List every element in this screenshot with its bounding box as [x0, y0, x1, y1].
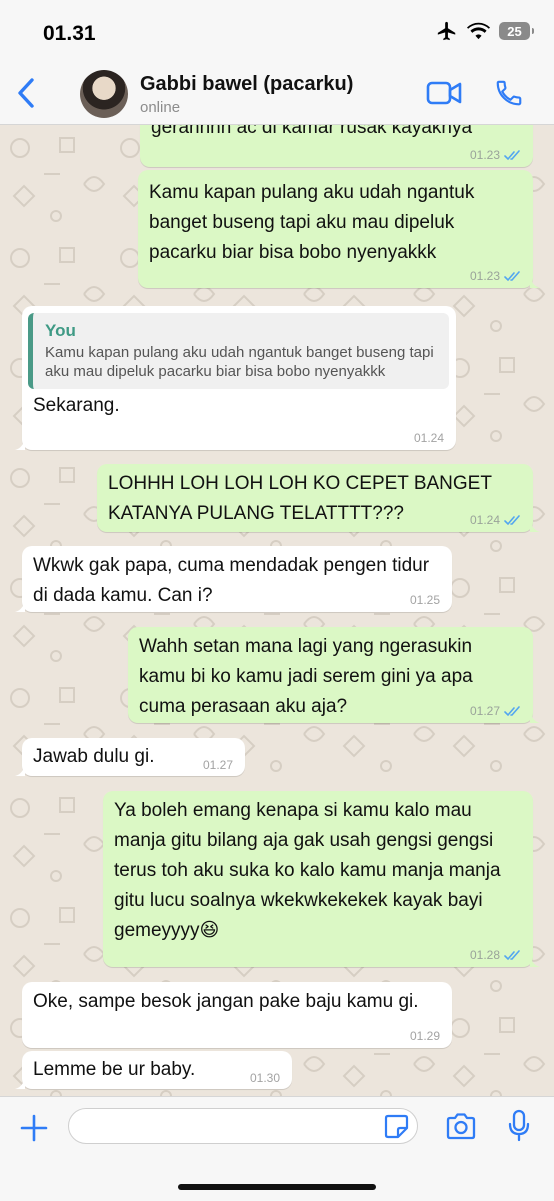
message-time: 01.23: [469, 269, 500, 283]
message-meta: 01.27: [470, 704, 521, 718]
message-text: Sekarang.: [33, 395, 120, 416]
read-ticks-icon: [504, 270, 520, 281]
message-text: Oke, sampe besok jangan pake baju kamu g…: [33, 991, 419, 1012]
quote-text: Kamu kapan pulang aku udah ngantuk bange…: [45, 344, 434, 380]
camera-icon[interactable]: [445, 1112, 477, 1140]
message-meta: 01.28: [470, 948, 521, 962]
read-ticks-icon: [504, 705, 520, 716]
read-ticks-icon: [504, 514, 520, 525]
message-incoming[interactable]: You Kamu kapan pulang aku udah ngantuk b…: [15, 306, 456, 450]
status-time: 01.31: [43, 22, 96, 45]
back-chevron-icon[interactable]: [14, 76, 40, 110]
message-outgoing[interactable]: gerahhhh ac di kamar rusak kayaknya 01.2…: [140, 124, 533, 167]
bubble-tail: [530, 520, 540, 532]
message-meta: 01.27: [203, 758, 233, 772]
battery-icon: 25: [499, 22, 534, 40]
message-outgoing[interactable]: LOHHH LOH LOH LOH KO CEPET BANGET KATANY…: [97, 464, 540, 532]
home-indicator: [178, 1184, 376, 1190]
quoted-message[interactable]: You Kamu kapan pulang aku udah ngantuk b…: [28, 313, 449, 389]
message-meta: 01.25: [410, 593, 440, 607]
bubble-tail: [15, 438, 25, 450]
message-time: 01.27: [469, 704, 500, 718]
message-meta: 01.30: [250, 1071, 280, 1085]
message-outgoing[interactable]: Wahh setan mana lagi yang ngerasukin kam…: [128, 627, 540, 723]
message-time: 01.29: [409, 1029, 440, 1043]
bubble-tail: [530, 711, 540, 723]
message-text: Wahh setan mana lagi yang ngerasukin kam…: [139, 636, 473, 717]
message-time: 01.23: [469, 148, 500, 162]
contact-avatar[interactable]: [80, 70, 128, 118]
message-time: 01.25: [409, 593, 440, 607]
message-time: 01.27: [202, 758, 233, 772]
message-time: 01.28: [469, 948, 500, 962]
read-ticks-icon: [504, 149, 520, 160]
message-meta: 01.23: [470, 269, 521, 283]
message-input-bar: [0, 1096, 554, 1201]
contact-status: online: [140, 99, 181, 116]
chat-area[interactable]: gerahhhh ac di kamar rusak kayaknya 01.2…: [0, 124, 554, 1096]
message-outgoing[interactable]: Kamu kapan pulang aku udah ngantuk bange…: [138, 170, 540, 288]
message-time: 01.30: [249, 1071, 280, 1085]
microphone-icon[interactable]: [508, 1109, 530, 1143]
bubble-tail: [15, 764, 25, 776]
bubble-tail: [15, 1077, 25, 1089]
sticker-icon[interactable]: [384, 1114, 409, 1139]
status-icons: 25: [436, 20, 534, 42]
message-incoming[interactable]: Wkwk gak papa, cuma mendadak pengen tidu…: [15, 546, 452, 612]
read-ticks-icon: [504, 949, 520, 960]
message-text: LOHHH LOH LOH LOH KO CEPET BANGET KATANY…: [108, 473, 492, 524]
message-text: gerahhhh ac di kamar rusak kayaknya: [151, 124, 473, 138]
message-text: Ya boleh emang kenapa si kamu kalo mau m…: [114, 800, 501, 941]
wifi-icon: [467, 22, 490, 40]
message-meta: 01.23: [470, 148, 521, 162]
message-text: Kamu kapan pulang aku udah ngantuk bange…: [149, 182, 475, 263]
message-time: 01.24: [413, 431, 444, 445]
battery-level: 25: [507, 23, 522, 39]
message-time: 01.24: [469, 513, 500, 527]
chat-header: Gabbi bawel (pacarku) online: [0, 62, 554, 125]
message-meta: 01.29: [410, 1029, 440, 1043]
message-text: Wkwk gak papa, cuma mendadak pengen tidu…: [33, 555, 430, 606]
message-incoming[interactable]: Lemme be ur baby. 01.30: [15, 1051, 292, 1089]
airplane-icon: [437, 21, 456, 41]
message-outgoing[interactable]: Ya boleh emang kenapa si kamu kalo mau m…: [103, 791, 540, 967]
bubble-tail: [15, 600, 25, 612]
bubble-tail: [530, 276, 540, 288]
status-bar: 01.31 25: [0, 0, 554, 62]
bubble-tail: [530, 955, 540, 967]
message-incoming[interactable]: Jawab dulu gi. 01.27: [15, 738, 245, 776]
message-input[interactable]: [68, 1108, 418, 1144]
message-meta: 01.24: [414, 431, 444, 445]
message-incoming[interactable]: Oke, sampe besok jangan pake baju kamu g…: [22, 982, 452, 1048]
message-meta: 01.24: [470, 513, 521, 527]
contact-name[interactable]: Gabbi bawel (pacarku): [140, 73, 353, 96]
message-text: Lemme be ur baby.: [33, 1059, 196, 1080]
plus-icon[interactable]: [19, 1113, 49, 1143]
phone-icon[interactable]: [494, 78, 524, 108]
quote-author: You: [45, 321, 76, 340]
video-call-icon[interactable]: [426, 80, 462, 106]
